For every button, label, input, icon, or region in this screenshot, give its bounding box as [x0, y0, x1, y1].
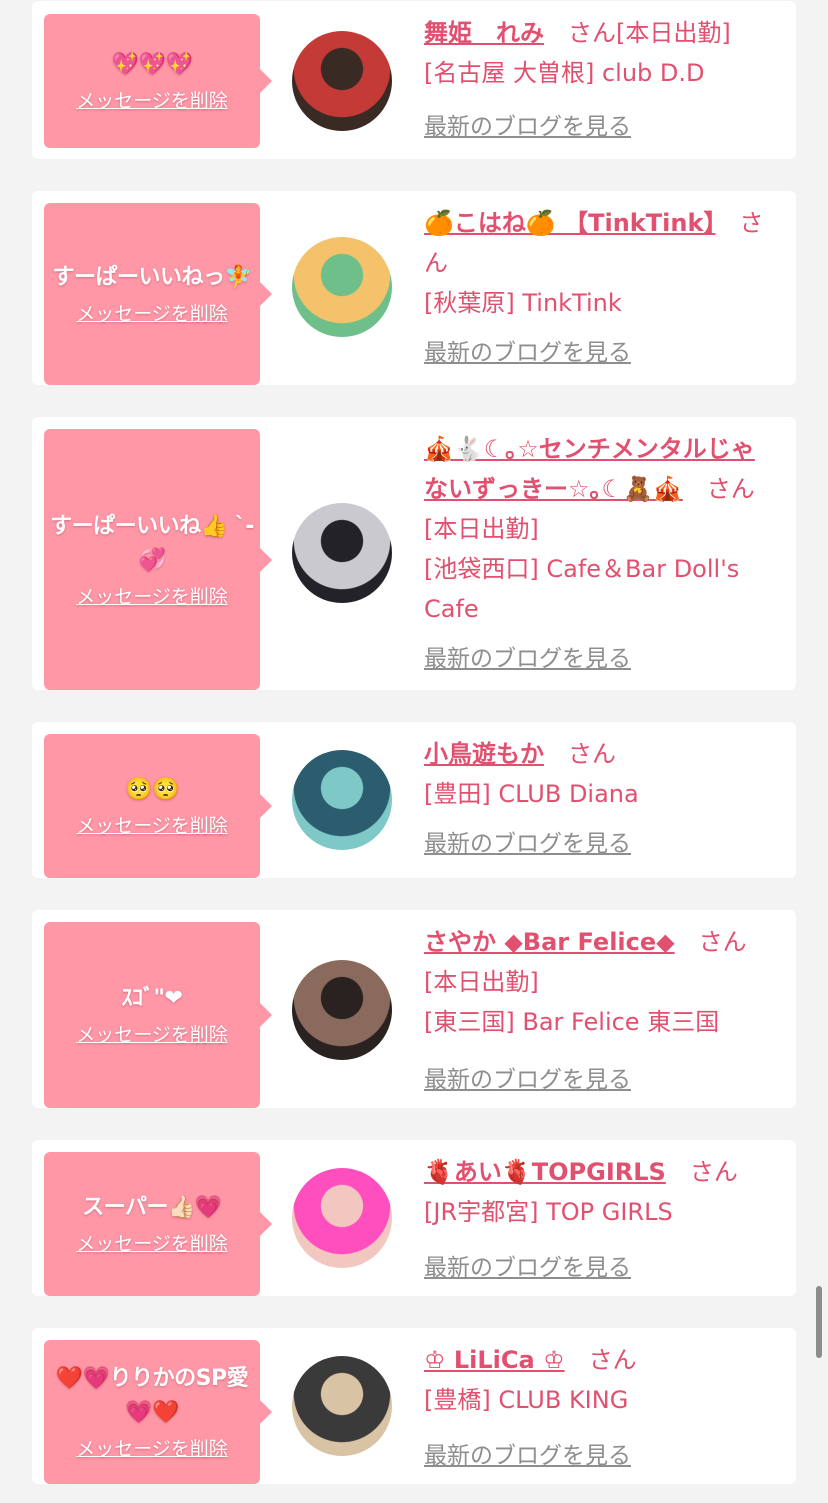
honorific: さん — [568, 19, 616, 47]
cast-name-link[interactable]: さやか ◆Bar Felice◆ — [424, 928, 675, 956]
latest-blog-link[interactable]: 最新のブログを見る — [424, 1248, 631, 1282]
cast-name-link[interactable]: 🫀あい🫀TOPGIRLS — [424, 1158, 666, 1186]
message-bubble: すーぱーいいねっ🧚 メッセージを削除 — [44, 203, 272, 385]
message-text: スーパー👍🏻💗 — [82, 1195, 222, 1220]
latest-blog-link[interactable]: 最新のブログを見る — [424, 639, 631, 673]
latest-blog-link[interactable]: 最新のブログを見る — [424, 1060, 631, 1094]
message-bubble: すーぱーいいね👍 ˋ-💞 メッセージを削除 — [44, 429, 272, 690]
shop-detail: [池袋西口] Cafe＆Bar Doll's Cafe — [424, 555, 740, 623]
message-text: ❤️💗りりかのSP愛💗❤️ — [55, 1366, 249, 1425]
cast-name-line: さやか ◆Bar Felice◆ さん [本日出勤] — [424, 922, 776, 1002]
avatar[interactable] — [292, 237, 392, 337]
delete-message-link[interactable]: メッセージを削除 — [76, 813, 228, 839]
message-bubble: スーパー👍🏻💗 メッセージを削除 — [44, 1152, 272, 1296]
delete-message-link[interactable]: メッセージを削除 — [76, 584, 228, 610]
delete-message-link[interactable]: メッセージを削除 — [76, 1022, 228, 1048]
message-text: ｽｺﾞ"❤ — [121, 986, 183, 1011]
avatar[interactable] — [292, 750, 392, 850]
message-card: ❤️💗りりかのSP愛💗❤️ メッセージを削除 ♔ LiLiCa ♔ さん [豊橋] C… — [32, 1328, 796, 1484]
delete-message-link[interactable]: メッセージを削除 — [76, 1436, 228, 1462]
shop-detail: [本日出勤] — [424, 515, 539, 543]
delete-message-link[interactable]: メッセージを削除 — [76, 1231, 228, 1257]
message-card: 💖💖💖 メッセージを削除 舞姫 れみ さん[本日出勤] [名古屋 大曽根] club … — [32, 1, 796, 159]
cast-name-line: 🎪🐇☾｡☆センチメンタルじゃないずっきー☆｡☾🧸🎪 さん — [424, 429, 776, 509]
shop-detail: [秋葉原] TinkTink — [424, 289, 622, 317]
avatar[interactable] — [292, 31, 392, 131]
message-bubble: ❤️💗りりかのSP愛💗❤️ メッセージを削除 — [44, 1340, 272, 1484]
cast-name-link[interactable]: 舞姫 れみ — [424, 19, 544, 47]
message-card: すーぱーいいねっ🧚 メッセージを削除 🍊こはね🍊 【TinkTink】 さん [秋葉原… — [32, 191, 796, 385]
delete-message-link[interactable]: メッセージを削除 — [76, 88, 228, 114]
cast-name-line: 小鳥遊もか さん — [424, 734, 776, 774]
message-text: すーぱーいいねっ🧚 — [52, 265, 252, 290]
avatar[interactable] — [292, 1356, 392, 1456]
message-card: ｽｺﾞ"❤ メッセージを削除 さやか ◆Bar Felice◆ さん [本日出勤] [東… — [32, 910, 796, 1108]
cast-info: 🎪🐇☾｡☆センチメンタルじゃないずっきー☆｡☾🧸🎪 さん [本日出勤] [池袋西口]… — [424, 429, 776, 690]
cast-name-link[interactable]: 🎪🐇☾｡☆センチメンタルじゃないずっきー☆｡☾🧸🎪 — [424, 435, 755, 503]
shop-detail: [豊橋] CLUB KING — [424, 1386, 629, 1414]
cast-name-line: 🍊こはね🍊 【TinkTink】 さん — [424, 203, 776, 283]
cast-name-line: ♔ LiLiCa ♔ さん — [424, 1340, 776, 1380]
message-bubble: ｽｺﾞ"❤ メッセージを削除 — [44, 922, 272, 1108]
honorific: さん — [689, 1158, 738, 1186]
scrollbar[interactable] — [816, 1286, 822, 1358]
cast-info: 小鳥遊もか さん [豊田] CLUB Diana 最新のブログを見る — [424, 734, 776, 878]
shop-detail: [JR宇都宮] TOP GIRLS — [424, 1198, 673, 1226]
avatar[interactable] — [292, 1168, 392, 1268]
cast-name-link[interactable]: 小鳥遊もか — [424, 740, 544, 768]
avatar[interactable] — [292, 960, 392, 1060]
latest-blog-link[interactable]: 最新のブログを見る — [424, 824, 631, 858]
attendance-status: [本日出勤] — [616, 19, 731, 47]
attendance-status: [本日出勤] — [424, 968, 539, 996]
cast-name-link[interactable]: ♔ LiLiCa ♔ — [424, 1346, 565, 1374]
avatar[interactable] — [292, 503, 392, 603]
message-bubble: 🥺🥺 メッセージを削除 — [44, 734, 272, 878]
cast-info: 舞姫 れみ さん[本日出勤] [名古屋 大曽根] club D.D 最新のブログを見… — [424, 13, 776, 159]
delete-message-link[interactable]: メッセージを削除 — [76, 301, 228, 327]
cast-info: 🫀あい🫀TOPGIRLS さん [JR宇都宮] TOP GIRLS 最新のブログを見… — [424, 1152, 776, 1296]
message-text: すーぱーいいね👍 ˋ-💞 — [50, 513, 254, 573]
cast-info: ♔ LiLiCa ♔ さん [豊橋] CLUB KING 最新のブログを見る — [424, 1340, 776, 1484]
latest-blog-link[interactable]: 最新のブログを見る — [424, 333, 631, 367]
message-text: 🥺🥺 — [125, 777, 179, 802]
latest-blog-link[interactable]: 最新のブログを見る — [424, 107, 631, 141]
shop-detail: [東三国] Bar Felice 東三国 — [424, 1008, 720, 1036]
cast-info: さやか ◆Bar Felice◆ さん [本日出勤] [東三国] Bar Felic… — [424, 922, 776, 1108]
message-text: 💖💖💖 — [111, 52, 193, 77]
message-bubble: 💖💖💖 メッセージを削除 — [44, 14, 272, 148]
shop-detail: [豊田] CLUB Diana — [424, 780, 639, 808]
latest-blog-link[interactable]: 最新のブログを見る — [424, 1436, 631, 1470]
message-card: 🥺🥺 メッセージを削除 小鳥遊もか さん [豊田] CLUB Diana 最新のブログを… — [32, 722, 796, 878]
cast-name-link[interactable]: 🍊こはね🍊 【TinkTink】 — [424, 209, 715, 237]
cast-info: 🍊こはね🍊 【TinkTink】 さん [秋葉原] TinkTink 最新のブログを… — [424, 203, 776, 385]
cast-name-line: 🫀あい🫀TOPGIRLS さん — [424, 1152, 776, 1192]
honorific: さん — [568, 740, 616, 768]
message-card: すーぱーいいね👍 ˋ-💞 メッセージを削除 🎪🐇☾｡☆センチメンタルじゃないずっきー… — [32, 417, 796, 690]
message-card: スーパー👍🏻💗 メッセージを削除 🫀あい🫀TOPGIRLS さん [JR宇都宮] TO… — [32, 1140, 796, 1296]
honorific: さん — [698, 928, 747, 956]
honorific: さん — [706, 475, 755, 503]
shop-detail: [名古屋 大曽根] club D.D — [424, 59, 705, 87]
cast-name-line: 舞姫 れみ さん[本日出勤] — [424, 13, 776, 53]
honorific: さん — [588, 1346, 637, 1374]
